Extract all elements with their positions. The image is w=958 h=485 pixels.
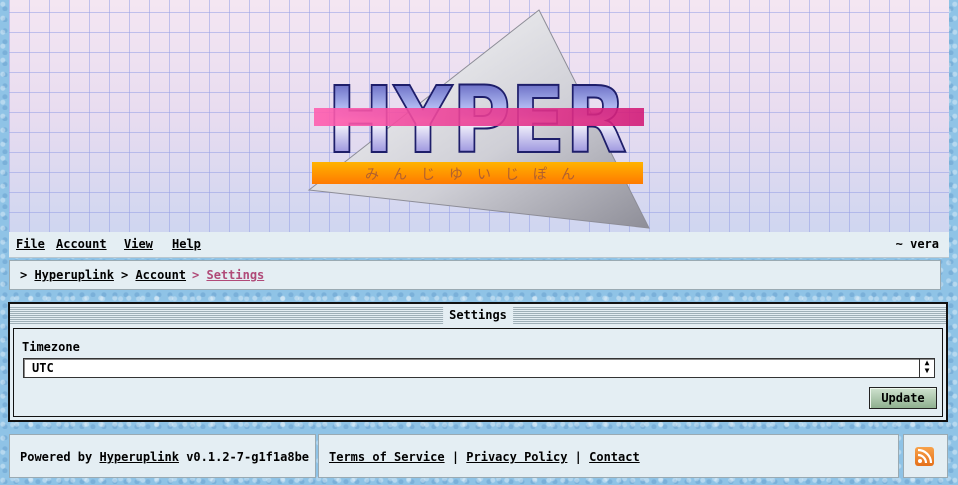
hyperuplink-link[interactable]: Hyperuplink [99, 450, 178, 464]
menu-file[interactable]: File [16, 237, 45, 251]
breadcrumb-link-account[interactable]: Account [135, 268, 186, 282]
footer-rss [903, 434, 948, 478]
breadcrumb-link-hyperuplink[interactable]: Hyperuplink [34, 268, 113, 282]
breadcrumb-current: Settings [206, 268, 265, 282]
menu-account[interactable]: Account [56, 237, 107, 251]
timezone-value: UTC [32, 361, 54, 375]
breadcrumb: > Hyperuplink > Account > Settings [9, 260, 941, 290]
timezone-select[interactable]: UTC ▲ ▼ [23, 358, 935, 378]
site-logo: HYPER みんじゆいじぽん [307, 9, 650, 229]
contact-link[interactable]: Contact [589, 450, 640, 464]
update-button[interactable]: Update [869, 387, 937, 409]
breadcrumb-item-account[interactable]: > Account [121, 268, 186, 282]
menu-help[interactable]: Help [172, 237, 201, 251]
timezone-label: Timezone [22, 340, 80, 354]
breadcrumb-item-settings: > Settings [192, 268, 265, 282]
version-string: v0.1.2-7-g1f1a8be [186, 450, 310, 464]
powered-prefix: Powered by [20, 450, 93, 464]
panel-titlebar: Settings [10, 306, 946, 324]
menu-bar: File Account View Help ~ vera [9, 232, 949, 258]
current-user[interactable]: ~ vera [896, 237, 939, 251]
footer-powered: Powered by Hyperuplink v0.1.2-7-g1f1a8be [9, 434, 316, 478]
rss-icon[interactable] [915, 447, 934, 466]
footer-links: Terms of Service | Privacy Policy | Cont… [318, 434, 899, 478]
logo-subtitle: みんじゆいじぽん [365, 167, 589, 183]
select-arrows-icon: ▲ ▼ [919, 359, 934, 377]
powered-by: Powered by Hyperuplink v0.1.2-7-g1f1a8be [20, 450, 309, 464]
settings-panel: Settings Timezone UTC ▲ ▼ Update [8, 302, 948, 422]
panel-title: Settings [443, 306, 513, 324]
footer-link-list: Terms of Service | Privacy Policy | Cont… [329, 450, 640, 464]
terms-link[interactable]: Terms of Service [329, 450, 445, 464]
menu-view[interactable]: View [124, 237, 153, 251]
breadcrumb-item-hyperuplink[interactable]: > Hyperuplink [20, 268, 114, 282]
header-banner: HYPER みんじゆいじぽん [9, 0, 949, 232]
privacy-link[interactable]: Privacy Policy [466, 450, 567, 464]
